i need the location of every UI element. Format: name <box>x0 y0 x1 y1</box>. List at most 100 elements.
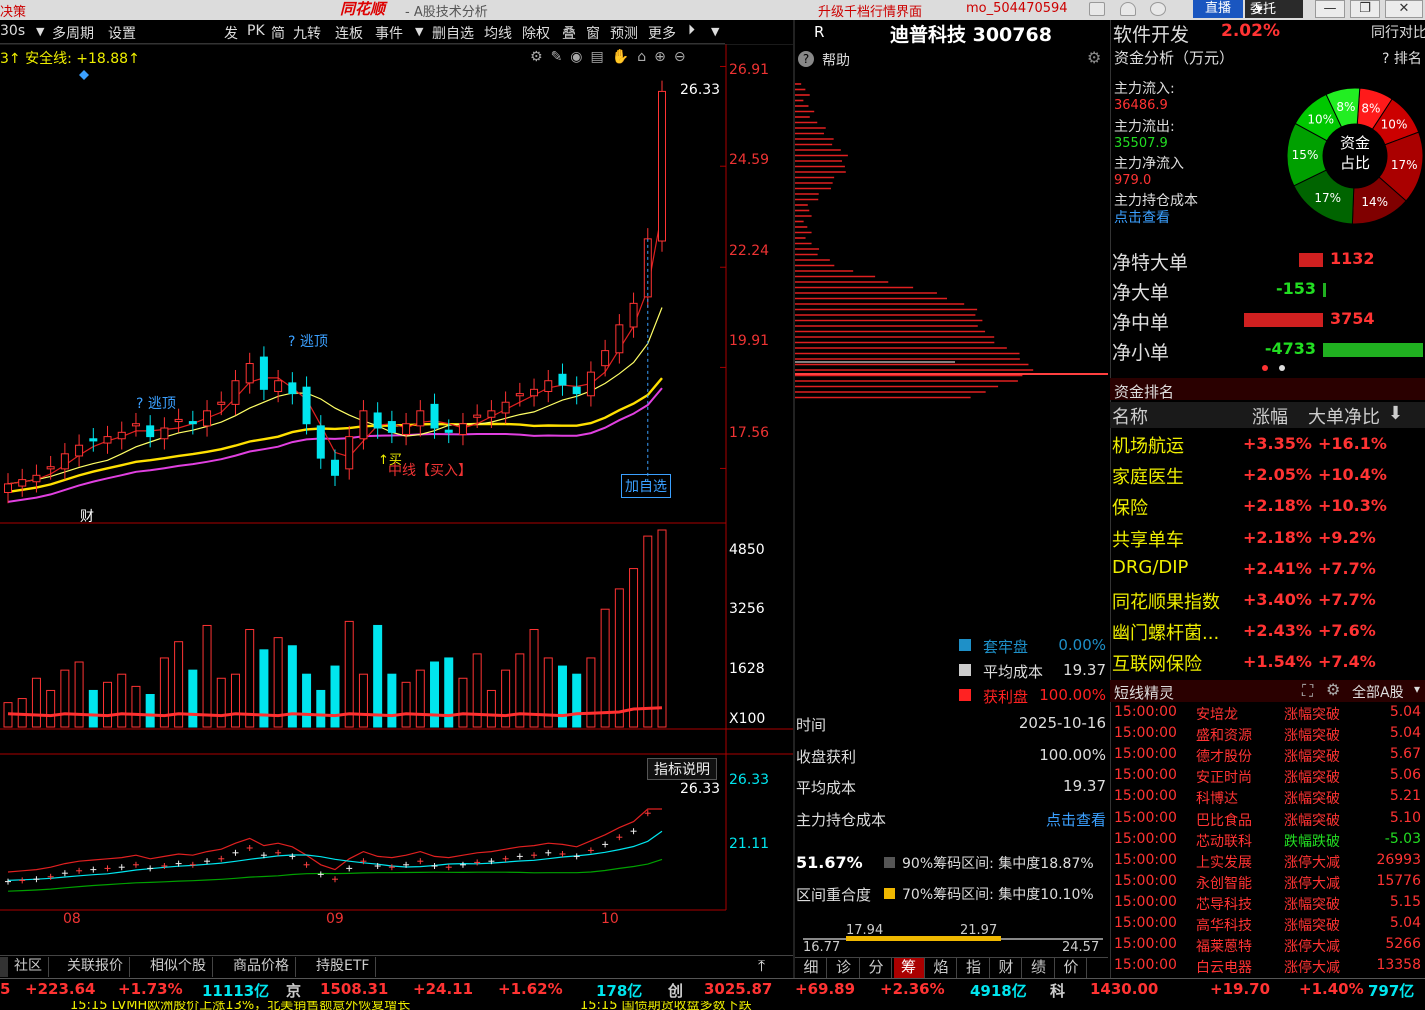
short-row-name[interactable]: 上实发展 <box>1196 852 1252 872</box>
ticker-item[interactable]: +19.70 <box>1210 980 1270 998</box>
ticker-item[interactable]: 178亿 <box>596 980 642 1001</box>
toolbar-item[interactable]: 30s <box>0 23 25 39</box>
rank-row-name[interactable]: 家庭医生 <box>1112 463 1184 489</box>
rank-row-name[interactable]: 互联网保险 <box>1112 650 1202 676</box>
toolbar-item[interactable]: 连板 <box>335 23 363 43</box>
chevron-down-icon[interactable]: ▼ <box>36 25 44 38</box>
click-view-link[interactable]: 点击查看 <box>1114 207 1170 227</box>
gear-icon[interactable]: ⚙ <box>1326 680 1340 699</box>
lock-icon[interactable]: ⌂ <box>637 49 654 65</box>
help-icon[interactable]: ? <box>798 51 814 67</box>
help-link[interactable]: 帮助 <box>822 50 850 70</box>
sector-name[interactable]: 软件开发 <box>1113 20 1189 47</box>
mid-tab[interactable]: 筹 <box>893 958 925 978</box>
short-row-name[interactable]: 福莱蒽特 <box>1196 936 1252 956</box>
short-row-name[interactable]: 德才股份 <box>1196 746 1252 766</box>
short-row-name[interactable]: 高华科技 <box>1196 915 1252 935</box>
ticker-item[interactable]: +69.89 <box>795 980 855 998</box>
mid-tab[interactable]: 细 <box>796 958 827 978</box>
short-row-name[interactable]: 科博达 <box>1196 788 1238 808</box>
toolbar-item[interactable]: 事件 <box>375 23 403 43</box>
mid-tab[interactable]: 指 <box>958 958 990 978</box>
tab-scroll-left[interactable] <box>0 957 8 977</box>
ticker-item[interactable]: 创 <box>668 980 683 1001</box>
rank-row-name[interactable]: 保险 <box>1112 494 1148 520</box>
rank-row-name[interactable]: 机场航运 <box>1112 432 1184 458</box>
rank-col-name[interactable]: 名称 <box>1112 403 1148 429</box>
maximize-button[interactable]: ❐ <box>1350 0 1380 18</box>
toolbar-item[interactable]: 发 <box>224 23 238 43</box>
pin-icon[interactable]: ⏵ <box>688 22 695 38</box>
bottom-tab[interactable]: 商品价格 <box>227 957 296 977</box>
rank-row-name[interactable]: DRG/DIP <box>1112 557 1188 578</box>
chevron-down-icon[interactable]: ▾ <box>1414 682 1420 696</box>
collapse-up-icon[interactable]: ⤒ <box>758 956 765 976</box>
short-row-name[interactable]: 安正时尚 <box>1196 767 1252 787</box>
kline-chart[interactable] <box>0 44 793 954</box>
peer-compare-link[interactable]: 同行对比 <box>1371 22 1425 42</box>
toolbar-item[interactable]: 九转 <box>293 23 321 43</box>
add-watchlist-button[interactable]: 加自选 <box>621 474 671 498</box>
bottom-tab[interactable]: 社区 <box>8 957 49 977</box>
rank-col-net[interactable]: 大单净比 <box>1308 403 1380 429</box>
toolbar-item[interactable]: 叠 <box>562 23 576 43</box>
zoom-in-icon[interactable]: ⊕ <box>654 49 674 65</box>
mail-icon[interactable] <box>1089 2 1105 16</box>
minimize-button[interactable]: — <box>1315 0 1345 18</box>
ticker-item[interactable]: +1.40% <box>1299 980 1364 998</box>
gear-icon[interactable]: ⚙ <box>1087 48 1101 67</box>
ticker-item[interactable]: +1.73% <box>118 980 183 998</box>
avatar-icon[interactable] <box>1150 2 1166 16</box>
ticker-item[interactable]: 11113亿 <box>202 980 269 1001</box>
ticker-item[interactable]: 3025.87 <box>704 980 772 998</box>
chevron-down-icon[interactable]: ▼ <box>711 25 719 38</box>
toolbar-item[interactable]: 除权 <box>522 23 550 43</box>
bottom-tab[interactable]: 关联报价 <box>61 957 130 977</box>
rank-row-name[interactable]: 同花顺果指数 <box>1112 588 1220 614</box>
mid-tab[interactable]: 绩 <box>1023 958 1055 978</box>
toolbar-item[interactable]: 删自选 <box>432 23 474 43</box>
ticker-item[interactable]: 1430.00 <box>1090 980 1158 998</box>
live-button[interactable]: 直播 <box>1193 0 1243 18</box>
close-button[interactable]: ✕ <box>1385 0 1423 18</box>
fund-rank-link[interactable]: ? 排名 <box>1382 48 1422 68</box>
toolbar-item[interactable]: 多周期 <box>52 23 94 43</box>
ticker-item[interactable]: 京 <box>286 980 301 1001</box>
bottom-tab[interactable]: 持股ETF <box>310 957 377 977</box>
short-row-name[interactable]: 芯动联科 <box>1196 831 1252 851</box>
ticker-item[interactable]: 4918亿 <box>970 980 1027 1001</box>
toolbar-item[interactable]: 设置 <box>108 23 136 43</box>
ticker-item[interactable]: 科 <box>1050 980 1065 1001</box>
toolbar-item[interactable]: 简 <box>271 23 285 43</box>
pagination-dot[interactable] <box>1262 365 1268 371</box>
ticker-item[interactable]: +1.62% <box>498 980 563 998</box>
short-row-name[interactable]: 安培龙 <box>1196 704 1238 724</box>
pagination-dot[interactable] <box>1279 365 1285 371</box>
short-filter-select[interactable]: 全部A股 <box>1352 682 1404 702</box>
main-cost-link[interactable]: 点击查看 <box>1046 809 1106 830</box>
gear-icon[interactable]: ⚙ <box>530 49 551 65</box>
ticker-item[interactable]: 5 <box>0 980 10 998</box>
rank-row-name[interactable]: 幽门螺杆菌... <box>1112 619 1219 645</box>
mid-tab[interactable]: 诊 <box>828 958 860 978</box>
mid-tab[interactable]: 价 <box>1056 958 1087 978</box>
bell-icon[interactable] <box>1120 2 1136 16</box>
short-row-name[interactable]: 巴比食品 <box>1196 810 1252 830</box>
order-button[interactable]: 委托 ▾ <box>1245 0 1303 18</box>
toolbar-item[interactable]: 均线 <box>484 23 512 43</box>
toolbar-item[interactable]: 窗 <box>586 23 600 43</box>
indicator-explain-button[interactable]: 指标说明 <box>647 758 717 780</box>
expand-icon[interactable]: ⛶ <box>1302 681 1313 701</box>
chevron-down-icon[interactable]: ▼ <box>415 25 423 38</box>
upgrade-link[interactable]: 升级千档行情界面 <box>818 1 922 20</box>
ticker-item[interactable]: 1508.31 <box>320 980 388 998</box>
zoom-out-icon[interactable]: ⊖ <box>674 49 694 65</box>
mid-tab[interactable]: 焰 <box>926 958 957 978</box>
short-row-name[interactable]: 芯导科技 <box>1196 894 1252 914</box>
toolbar-item[interactable]: 更多 <box>648 23 676 43</box>
news-item[interactable]: 15:15 LVMH欧洲股价上涨13%，北美销售额意外恢复增长 <box>70 1001 410 1010</box>
rank-row-name[interactable]: 共享单车 <box>1112 526 1184 552</box>
ticker-item[interactable]: +2.36% <box>880 980 945 998</box>
financial-report-marker[interactable]: 财 <box>80 506 94 526</box>
toolbar-item[interactable]: PK <box>247 23 265 39</box>
